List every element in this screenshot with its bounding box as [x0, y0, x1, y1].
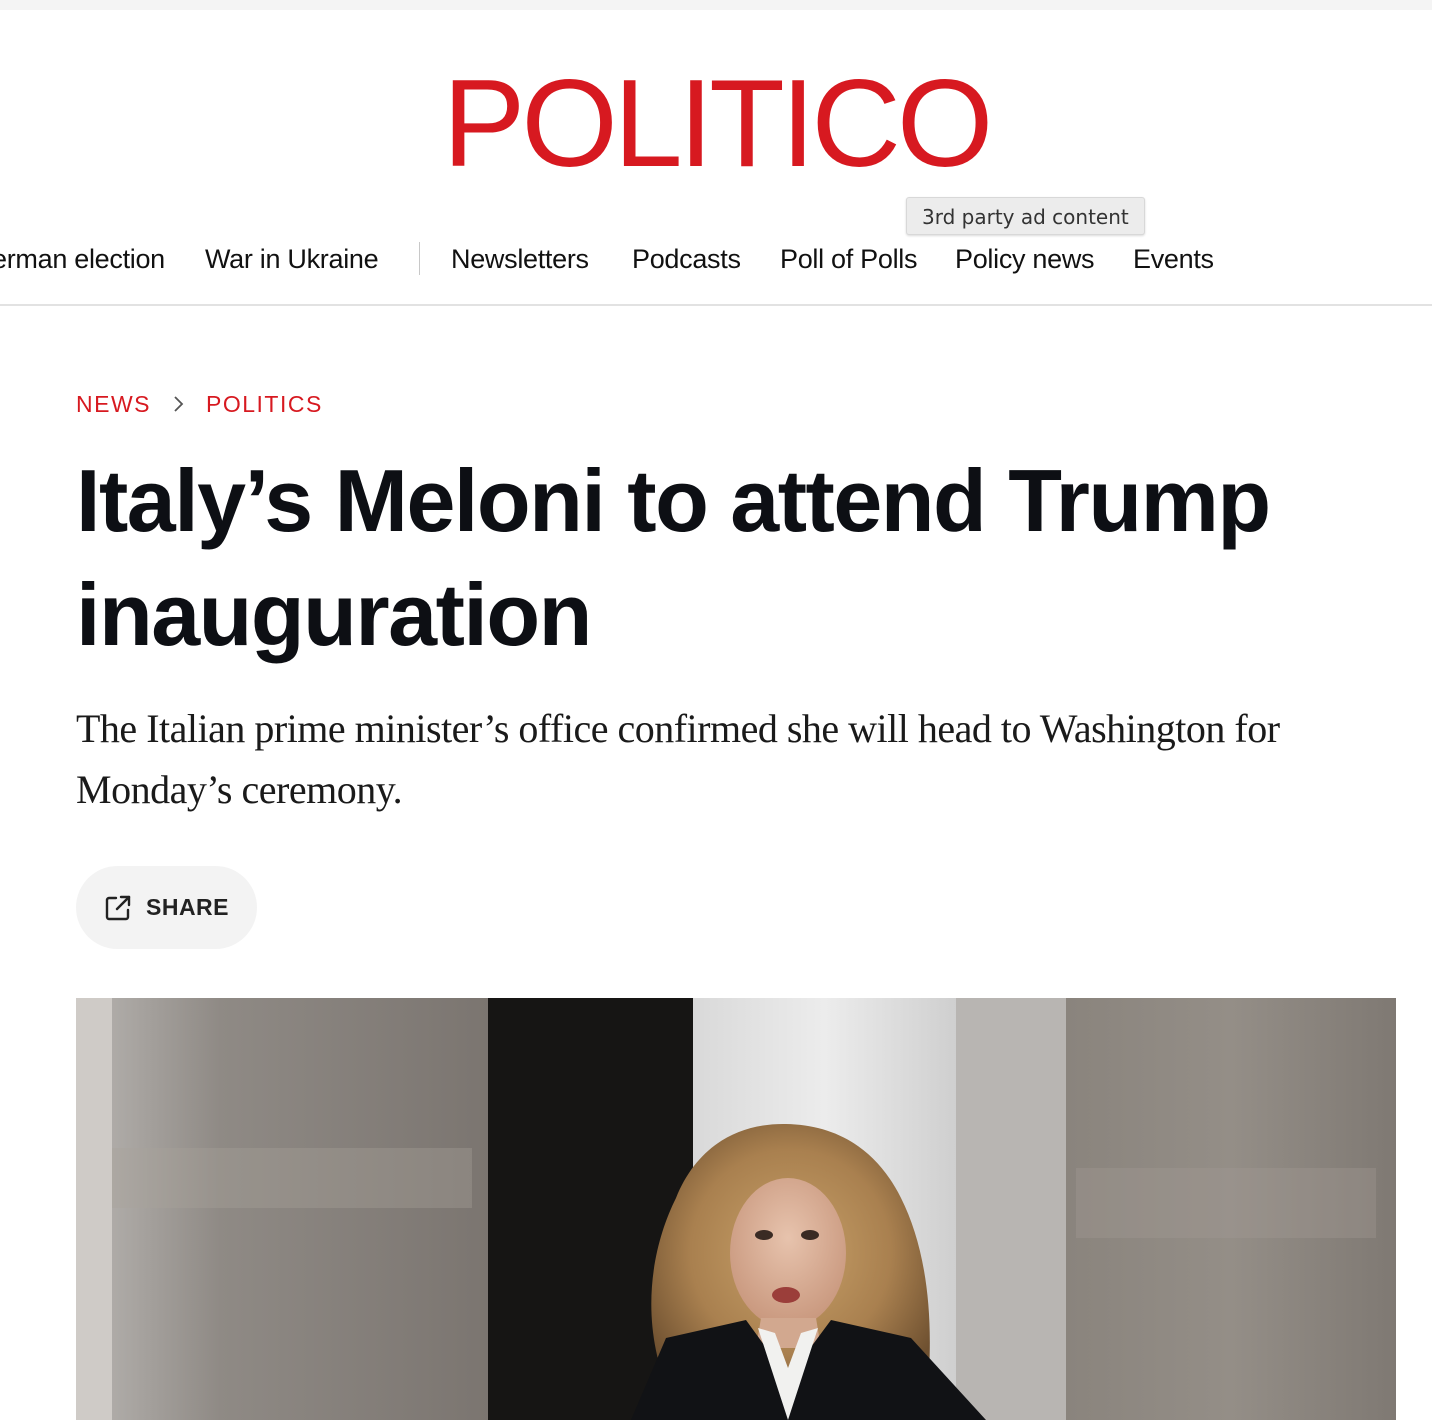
article-hero-photo: [76, 998, 1396, 1420]
nav-item-newsletters[interactable]: Newsletters: [451, 236, 589, 282]
nav-item-german-election[interactable]: erman election: [0, 236, 165, 282]
share-label: SHARE: [146, 894, 230, 920]
breadcrumb-news[interactable]: NEWS: [76, 388, 151, 420]
nav-bottom-divider: [0, 304, 1432, 306]
ad-content-tooltip: 3rd party ad content: [906, 197, 1145, 235]
article-dek: The Italian prime minister’s office conf…: [76, 706, 1280, 812]
nav-item-podcasts[interactable]: Podcasts: [632, 236, 741, 282]
chevron-right-icon: [164, 388, 194, 429]
share-button[interactable]: SHARE: [76, 866, 257, 949]
main-nav: erman election War in Ukraine Newsletter…: [0, 236, 1432, 282]
article-headline: Italy’s Meloni to attend Trump inaugurat…: [76, 451, 1271, 664]
nav-item-policy-news[interactable]: Policy news: [955, 236, 1095, 282]
nav-item-poll-of-polls[interactable]: Poll of Polls: [780, 236, 917, 282]
nav-item-war-in-ukraine[interactable]: War in Ukraine: [205, 236, 379, 282]
nav-divider: [419, 242, 420, 275]
breadcrumb-politics[interactable]: POLITICS: [206, 388, 323, 420]
nav-item-events[interactable]: Events: [1133, 236, 1214, 282]
hero-photo-illustration: [76, 998, 1396, 1420]
external-link-icon: [104, 894, 132, 922]
browser-top-strip: [0, 0, 1432, 10]
politico-logo[interactable]: POLITICO: [0, 62, 1432, 186]
